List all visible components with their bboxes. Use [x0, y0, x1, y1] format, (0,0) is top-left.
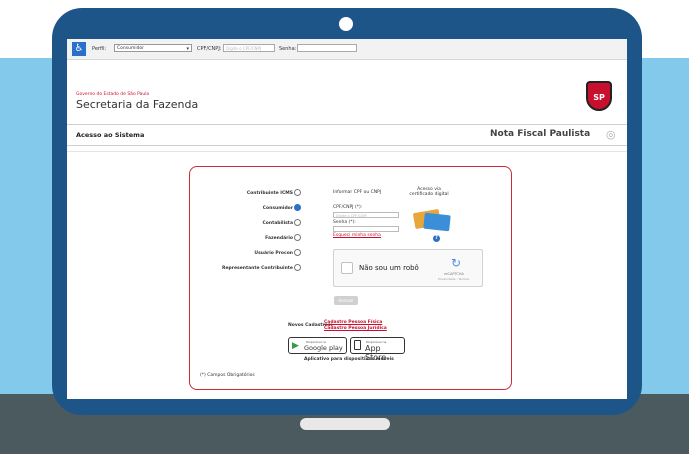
cert-text: Acesso via certificado digital — [409, 187, 449, 197]
radio-button-selected[interactable] — [294, 204, 301, 211]
role-fazendario[interactable]: Fazendário — [265, 234, 301, 241]
recaptcha-widget: Não sou um robô ↻ reCAPTCHA Privacidade … — [333, 249, 483, 287]
toolbar-senha-input[interactable] — [297, 44, 357, 52]
radio-button[interactable] — [294, 189, 301, 196]
top-toolbar: ♿ Perfil: Consumidor ▾ CPF/CNPJ: Digite … — [67, 39, 627, 60]
forgot-password-link[interactable]: Esqueci minha senha — [333, 233, 381, 238]
sao-paulo-seal-icon: SP — [586, 81, 612, 111]
recaptcha-links[interactable]: Privacidade - Termos — [438, 277, 469, 281]
app-store-button[interactable]: Disponível na App Store — [350, 337, 405, 362]
role-label: Contabilista — [262, 221, 293, 226]
laptop-screen: ♿ Perfil: Consumidor ▾ CPF/CNPJ: Digite … — [67, 39, 627, 399]
product-title: Nota Fiscal Paulista — [490, 129, 591, 139]
login-panel: Contribuinte ICMS Consumidor Contabilist… — [189, 166, 512, 390]
role-label: Contribuinte ICMS — [246, 191, 293, 196]
google-play-button[interactable]: ▶ Disponível no Google play — [288, 337, 347, 354]
register-pj-link[interactable]: Cadastro Pessoa Jurídica — [324, 326, 387, 331]
perfil-select[interactable]: Consumidor ▾ — [114, 44, 192, 52]
nfp-logo-icon: ◎ — [606, 128, 616, 141]
role-label: Consumidor — [262, 206, 293, 211]
submit-button[interactable]: Acessar — [334, 296, 358, 305]
perfil-select-value: Consumidor — [117, 46, 145, 51]
recaptcha-brand: reCAPTCHA — [444, 272, 464, 276]
toolbar-cpf-input[interactable]: Digite o CPF/CNPJ — [223, 44, 275, 52]
chevron-down-icon: ▾ — [186, 46, 189, 52]
role-contabilista[interactable]: Contabilista — [262, 219, 301, 226]
apps-label: Aplicativo para dispositivos móveis — [304, 357, 394, 362]
required-fields-note: (*) Campos Obrigatórios — [200, 373, 255, 378]
recaptcha-icon: ↻ — [451, 256, 462, 270]
senha-field[interactable] — [333, 226, 399, 232]
radio-button[interactable] — [294, 264, 301, 271]
cpf-field-label: CPF/CNPJ (*): — [333, 205, 363, 210]
page-title: Acesso ao Sistema — [76, 131, 145, 139]
cpf-field[interactable]: Digite o CPF/CNPJ — [333, 212, 399, 218]
google-play-label: Google play — [304, 344, 343, 352]
perfil-label: Perfil: — [92, 46, 107, 52]
divider — [67, 151, 627, 152]
apple-icon — [354, 340, 361, 350]
laptop-camera — [339, 17, 353, 31]
senha-label: Senha: — [279, 46, 297, 52]
radio-button[interactable] — [294, 234, 301, 241]
radio-button[interactable] — [294, 219, 301, 226]
info-text: Informar CPF ou CNPJ — [333, 190, 382, 195]
wheelchair-icon[interactable]: ♿ — [72, 42, 86, 56]
role-contribuinte-icms[interactable]: Contribuinte ICMS — [247, 189, 301, 196]
recaptcha-label: Não sou um robô — [359, 264, 419, 272]
help-icon[interactable]: ? — [433, 235, 440, 242]
section-bar: Acesso ao Sistema Nota Fiscal Paulista ◎ — [67, 124, 627, 146]
certificate-card-icon[interactable] — [423, 212, 451, 232]
role-label: Representante Contribuinte — [222, 266, 293, 271]
cpf-label: CPF/CNPJ: — [197, 46, 222, 52]
laptop-bezel: ♿ Perfil: Consumidor ▾ CPF/CNPJ: Digite … — [52, 8, 642, 415]
role-usuario-procon[interactable]: Usuário Procon — [254, 249, 301, 256]
role-label: Fazendário — [265, 236, 293, 241]
dept-title: Secretaria da Fazenda — [76, 98, 199, 111]
laptop-notch — [300, 418, 390, 430]
seal-text: SP — [593, 93, 605, 102]
role-representante[interactable]: Representante Contribuinte — [222, 264, 301, 271]
recaptcha-checkbox[interactable] — [341, 262, 353, 274]
senha-field-label: Senha (*): — [333, 220, 356, 225]
register-pf-link[interactable]: Cadastro Pessoa Física — [324, 320, 382, 325]
role-consumidor[interactable]: Consumidor — [263, 204, 301, 211]
google-play-icon: ▶ — [292, 341, 299, 351]
role-label: Usuário Procon — [254, 251, 293, 256]
radio-button[interactable] — [294, 249, 301, 256]
gov-label: Governo do Estado de São Paulo — [76, 92, 150, 97]
